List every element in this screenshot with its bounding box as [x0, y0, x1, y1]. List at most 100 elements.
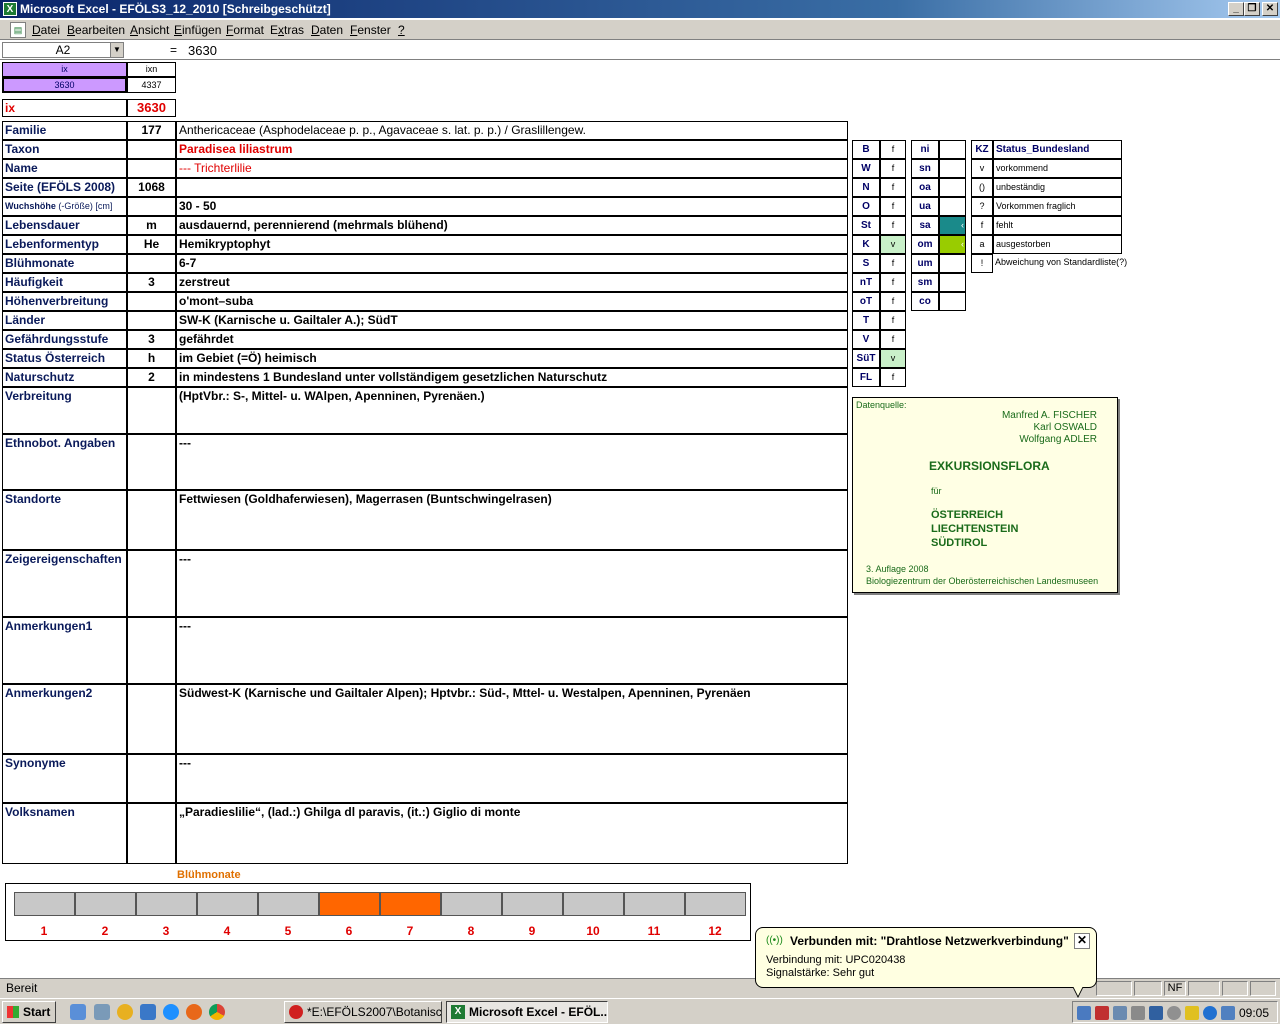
settings-icon[interactable] — [1131, 1006, 1145, 1020]
minimize-button[interactable]: _ — [1228, 2, 1244, 16]
menu-item-7[interactable]: Fenster — [350, 23, 391, 37]
row-code-13[interactable]: 2 — [127, 368, 176, 387]
tall-value-2[interactable]: Fettwiesen (Goldhaferwiesen), Magerrasen… — [176, 490, 848, 550]
region-value-1[interactable]: f — [880, 159, 906, 178]
row-code-12[interactable]: h — [127, 349, 176, 368]
row-value-1[interactable]: Paradisea liliastrum — [176, 140, 848, 159]
row-value-10[interactable]: SW-K (Karnische u. Gailtaler A.); SüdT — [176, 311, 848, 330]
volume-icon[interactable] — [1221, 1006, 1235, 1020]
region-value-5[interactable]: v — [880, 235, 906, 254]
workbook-icon[interactable]: ▤ — [10, 22, 26, 38]
quicklaunch-media-icon[interactable] — [117, 1004, 133, 1020]
ix-cell-selected[interactable]: 3630 — [2, 77, 127, 93]
row-code-2[interactable] — [127, 159, 176, 178]
info-icon[interactable] — [1203, 1006, 1217, 1020]
row-code-3[interactable]: 1068 — [127, 178, 176, 197]
task-editor[interactable]: *E:\EFÖLS2007\Botanisc... — [284, 1001, 442, 1023]
tall-code-5[interactable] — [127, 684, 176, 754]
row-value-4[interactable]: 30 - 50 — [176, 197, 848, 216]
row-value-6[interactable]: Hemikryptophyt — [176, 235, 848, 254]
name-box[interactable]: A2 ▼ — [2, 42, 124, 58]
region-value-7[interactable]: f — [880, 273, 906, 292]
ixn-cell[interactable]: 4337 — [127, 77, 176, 93]
menu-item-1[interactable]: Bearbeiten — [67, 23, 125, 37]
region-value-3[interactable]: f — [880, 197, 906, 216]
row-code-9[interactable] — [127, 292, 176, 311]
row-code-1[interactable] — [127, 140, 176, 159]
clock[interactable]: 09:05 — [1239, 1006, 1269, 1020]
region-value-10[interactable]: f — [880, 330, 906, 349]
row-code-10[interactable] — [127, 311, 176, 330]
start-button[interactable]: Start — [2, 1001, 56, 1023]
altitude-value-5[interactable]: ‹ — [939, 235, 966, 254]
region-value-8[interactable]: f — [880, 292, 906, 311]
tall-code-1[interactable] — [127, 434, 176, 490]
shield-icon[interactable] — [1149, 1006, 1163, 1020]
quicklaunch-firefox-icon[interactable] — [186, 1004, 202, 1020]
region-value-11[interactable]: v — [880, 349, 906, 368]
row-value-7[interactable]: 6-7 — [176, 254, 848, 273]
menu-item-8[interactable]: ? — [398, 23, 405, 37]
row-value-11[interactable]: gefährdet — [176, 330, 848, 349]
excel-icon[interactable]: X — [3, 2, 17, 16]
altitude-value-2[interactable] — [939, 178, 966, 197]
menu-item-6[interactable]: Daten — [311, 23, 343, 37]
formula-input[interactable]: 3630 — [188, 43, 217, 58]
network-balloon[interactable]: ((•)) Verbunden mit: "Drahtlose Netzwerk… — [755, 927, 1097, 988]
quicklaunch-ie-icon[interactable] — [70, 1004, 86, 1020]
search-icon[interactable] — [1113, 1006, 1127, 1020]
tall-code-6[interactable] — [127, 754, 176, 803]
row-code-4[interactable] — [127, 197, 176, 216]
ix-value[interactable]: 3630 — [127, 99, 176, 117]
tall-value-4[interactable]: --- — [176, 617, 848, 684]
tall-code-4[interactable] — [127, 617, 176, 684]
row-code-8[interactable]: 3 — [127, 273, 176, 292]
menu-item-5[interactable]: Extras — [270, 23, 304, 37]
quicklaunch-desktop-icon[interactable] — [140, 1004, 156, 1020]
row-value-12[interactable]: im Gebiet (=Ö) heimisch — [176, 349, 848, 368]
altitude-value-8[interactable] — [939, 292, 966, 311]
region-value-4[interactable]: f — [880, 216, 906, 235]
row-code-5[interactable]: m — [127, 216, 176, 235]
region-value-9[interactable]: f — [880, 311, 906, 330]
region-value-6[interactable]: f — [880, 254, 906, 273]
tall-value-6[interactable]: --- — [176, 754, 848, 803]
tall-value-7[interactable]: „Paradieslilie“, (lad.:) Ghilga dl parav… — [176, 803, 848, 864]
menu-item-3[interactable]: Einfügen — [174, 23, 221, 37]
region-value-0[interactable]: f — [880, 140, 906, 159]
row-value-0[interactable]: Anthericaceae (Asphodelaceae p. p., Agav… — [176, 121, 848, 140]
menu-item-0[interactable]: Datei — [32, 23, 60, 37]
row-code-7[interactable] — [127, 254, 176, 273]
altitude-value-1[interactable] — [939, 159, 966, 178]
title-bar[interactable]: X Microsoft Excel - EFÖLS3_12_2010 [Schr… — [0, 0, 1280, 18]
menu-item-4[interactable]: Format — [226, 23, 264, 37]
disk-icon[interactable] — [1167, 1006, 1181, 1020]
security-icon[interactable] — [1095, 1006, 1109, 1020]
row-value-8[interactable]: zerstreut — [176, 273, 848, 292]
row-value-9[interactable]: o'mont–suba — [176, 292, 848, 311]
restore-button[interactable]: ❐ — [1244, 2, 1260, 16]
row-code-11[interactable]: 3 — [127, 330, 176, 349]
altitude-value-7[interactable] — [939, 273, 966, 292]
altitude-value-0[interactable] — [939, 140, 966, 159]
task-excel[interactable]: X Microsoft Excel - EFÖL... — [446, 1001, 608, 1023]
tall-code-7[interactable] — [127, 803, 176, 864]
region-value-12[interactable]: f — [880, 368, 906, 387]
network-icon[interactable] — [1077, 1006, 1091, 1020]
altitude-value-6[interactable] — [939, 254, 966, 273]
update-icon[interactable] — [1185, 1006, 1199, 1020]
region-value-2[interactable]: f — [880, 178, 906, 197]
tall-value-3[interactable]: --- — [176, 550, 848, 617]
close-button[interactable]: ✕ — [1262, 2, 1278, 16]
altitude-value-3[interactable] — [939, 197, 966, 216]
row-value-5[interactable]: ausdauernd, perennierend (mehrmals blühe… — [176, 216, 848, 235]
quicklaunch-chrome-icon[interactable] — [209, 1004, 225, 1020]
tall-code-2[interactable] — [127, 490, 176, 550]
tall-value-5[interactable]: Südwest-K (Karnische und Gailtaler Alpen… — [176, 684, 848, 754]
menu-item-2[interactable]: Ansicht — [130, 23, 169, 37]
tall-code-3[interactable] — [127, 550, 176, 617]
row-code-6[interactable]: He — [127, 235, 176, 254]
row-value-3[interactable] — [176, 178, 848, 197]
row-code-0[interactable]: 177 — [127, 121, 176, 140]
tall-code-0[interactable] — [127, 387, 176, 434]
